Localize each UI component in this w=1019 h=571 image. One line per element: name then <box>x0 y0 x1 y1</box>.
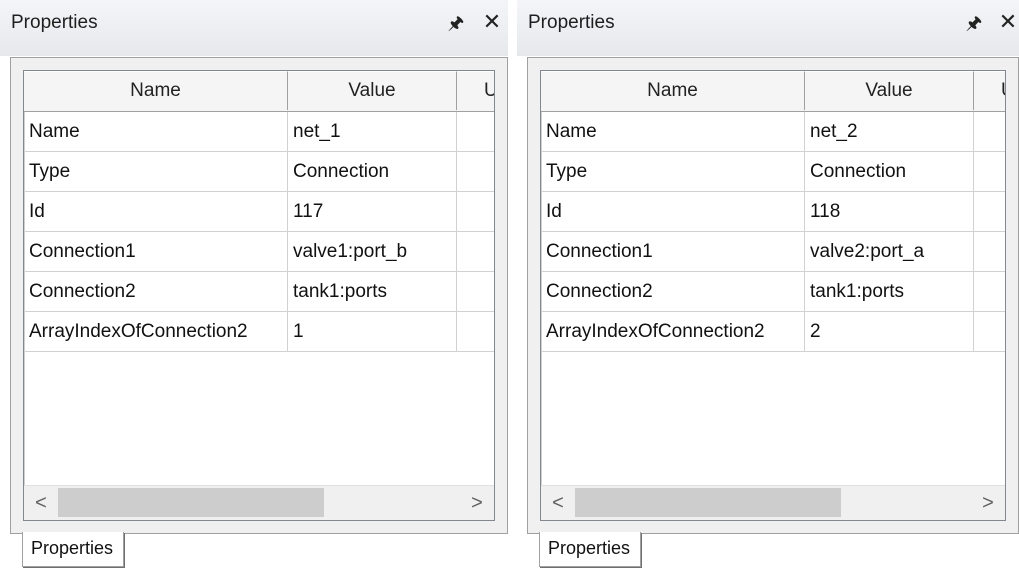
property-unit <box>457 232 494 271</box>
property-value[interactable]: valve2:port_a <box>805 232 974 271</box>
property-value[interactable]: net_1 <box>288 112 457 151</box>
pin-icon[interactable]: 🖈 <box>963 11 985 35</box>
property-unit <box>974 152 1005 191</box>
property-value[interactable]: Connection <box>805 152 974 191</box>
column-header-value[interactable]: Value <box>288 71 457 110</box>
property-name: Id <box>24 192 288 231</box>
property-name: Connection2 <box>541 272 805 311</box>
property-name: Name <box>541 112 805 151</box>
property-value[interactable]: net_2 <box>805 112 974 151</box>
property-unit <box>974 192 1005 231</box>
panel-title: Properties <box>528 12 615 33</box>
property-grid: Name Value U Name net_2 Type Connection … <box>540 70 1006 521</box>
column-header-value[interactable]: Value <box>805 71 974 110</box>
column-header-unit[interactable]: U <box>974 71 1005 110</box>
property-value[interactable]: 117 <box>288 192 457 231</box>
scroll-left-icon[interactable]: < <box>541 486 575 520</box>
property-name: Name <box>24 112 288 151</box>
tab-properties[interactable]: Properties <box>539 532 642 567</box>
table-row[interactable]: Connection2 tank1:ports <box>541 272 1005 312</box>
column-header-name[interactable]: Name <box>24 71 288 110</box>
property-name: Connection2 <box>24 272 288 311</box>
grid-header: Name Value U <box>24 71 494 112</box>
property-name: Connection1 <box>24 232 288 271</box>
property-unit <box>457 112 494 151</box>
table-row[interactable]: Type Connection <box>541 152 1005 192</box>
property-value[interactable]: 1 <box>288 312 457 351</box>
property-value[interactable]: Connection <box>288 152 457 191</box>
table-row[interactable]: Name net_1 <box>24 112 494 152</box>
property-value[interactable]: valve1:port_b <box>288 232 457 271</box>
column-header-name[interactable]: Name <box>541 71 805 110</box>
property-value[interactable]: tank1:ports <box>288 272 457 311</box>
properties-panel-left: Properties 🖈 ✕ Name Value U Name net_1 T… <box>0 0 508 571</box>
property-value[interactable]: tank1:ports <box>805 272 974 311</box>
property-name: Id <box>541 192 805 231</box>
property-grid: Name Value U Name net_1 Type Connection … <box>23 70 495 521</box>
horizontal-scrollbar[interactable]: < > <box>24 485 494 520</box>
table-row[interactable]: Type Connection <box>24 152 494 192</box>
table-row[interactable]: Connection2 tank1:ports <box>24 272 494 312</box>
property-value[interactable]: 118 <box>805 192 974 231</box>
property-unit <box>457 272 494 311</box>
panel-title: Properties <box>11 12 98 33</box>
properties-panel-right: Properties 🖈 ✕ Name Value U Name net_2 T… <box>517 0 1019 571</box>
property-name: Type <box>541 152 805 191</box>
panel-titlebar: Properties 🖈 ✕ <box>0 0 508 56</box>
horizontal-scrollbar[interactable]: < > <box>541 485 1005 520</box>
property-unit <box>974 112 1005 151</box>
pin-icon[interactable]: 🖈 <box>445 11 467 35</box>
panel-body: Name Value U Name net_2 Type Connection … <box>527 57 1019 534</box>
table-row[interactable]: ArrayIndexOfConnection2 1 <box>24 312 494 352</box>
property-value[interactable]: 2 <box>805 312 974 351</box>
property-unit <box>974 232 1005 271</box>
table-row[interactable]: Connection1 valve2:port_a <box>541 232 1005 272</box>
scroll-thumb[interactable] <box>58 488 324 517</box>
panel-body: Name Value U Name net_1 Type Connection … <box>10 57 508 534</box>
close-icon[interactable]: ✕ <box>997 10 1019 34</box>
property-name: ArrayIndexOfConnection2 <box>24 312 288 351</box>
property-unit <box>974 312 1005 351</box>
property-unit <box>974 272 1005 311</box>
table-row[interactable]: Name net_2 <box>541 112 1005 152</box>
scroll-right-icon[interactable]: > <box>460 486 494 520</box>
tab-properties[interactable]: Properties <box>22 532 125 567</box>
property-unit <box>457 152 494 191</box>
scroll-right-icon[interactable]: > <box>971 486 1005 520</box>
scroll-left-icon[interactable]: < <box>24 486 58 520</box>
panel-titlebar: Properties 🖈 ✕ <box>517 0 1019 56</box>
grid-header: Name Value U <box>541 71 1005 112</box>
table-row[interactable]: Connection1 valve1:port_b <box>24 232 494 272</box>
table-row[interactable]: Id 117 <box>24 192 494 232</box>
property-name: Connection1 <box>541 232 805 271</box>
property-unit <box>457 312 494 351</box>
table-row[interactable]: ArrayIndexOfConnection2 2 <box>541 312 1005 352</box>
property-name: Type <box>24 152 288 191</box>
property-unit <box>457 192 494 231</box>
close-icon[interactable]: ✕ <box>481 10 503 34</box>
column-header-unit[interactable]: U <box>457 71 494 110</box>
scroll-thumb[interactable] <box>575 488 841 517</box>
table-row[interactable]: Id 118 <box>541 192 1005 232</box>
property-name: ArrayIndexOfConnection2 <box>541 312 805 351</box>
